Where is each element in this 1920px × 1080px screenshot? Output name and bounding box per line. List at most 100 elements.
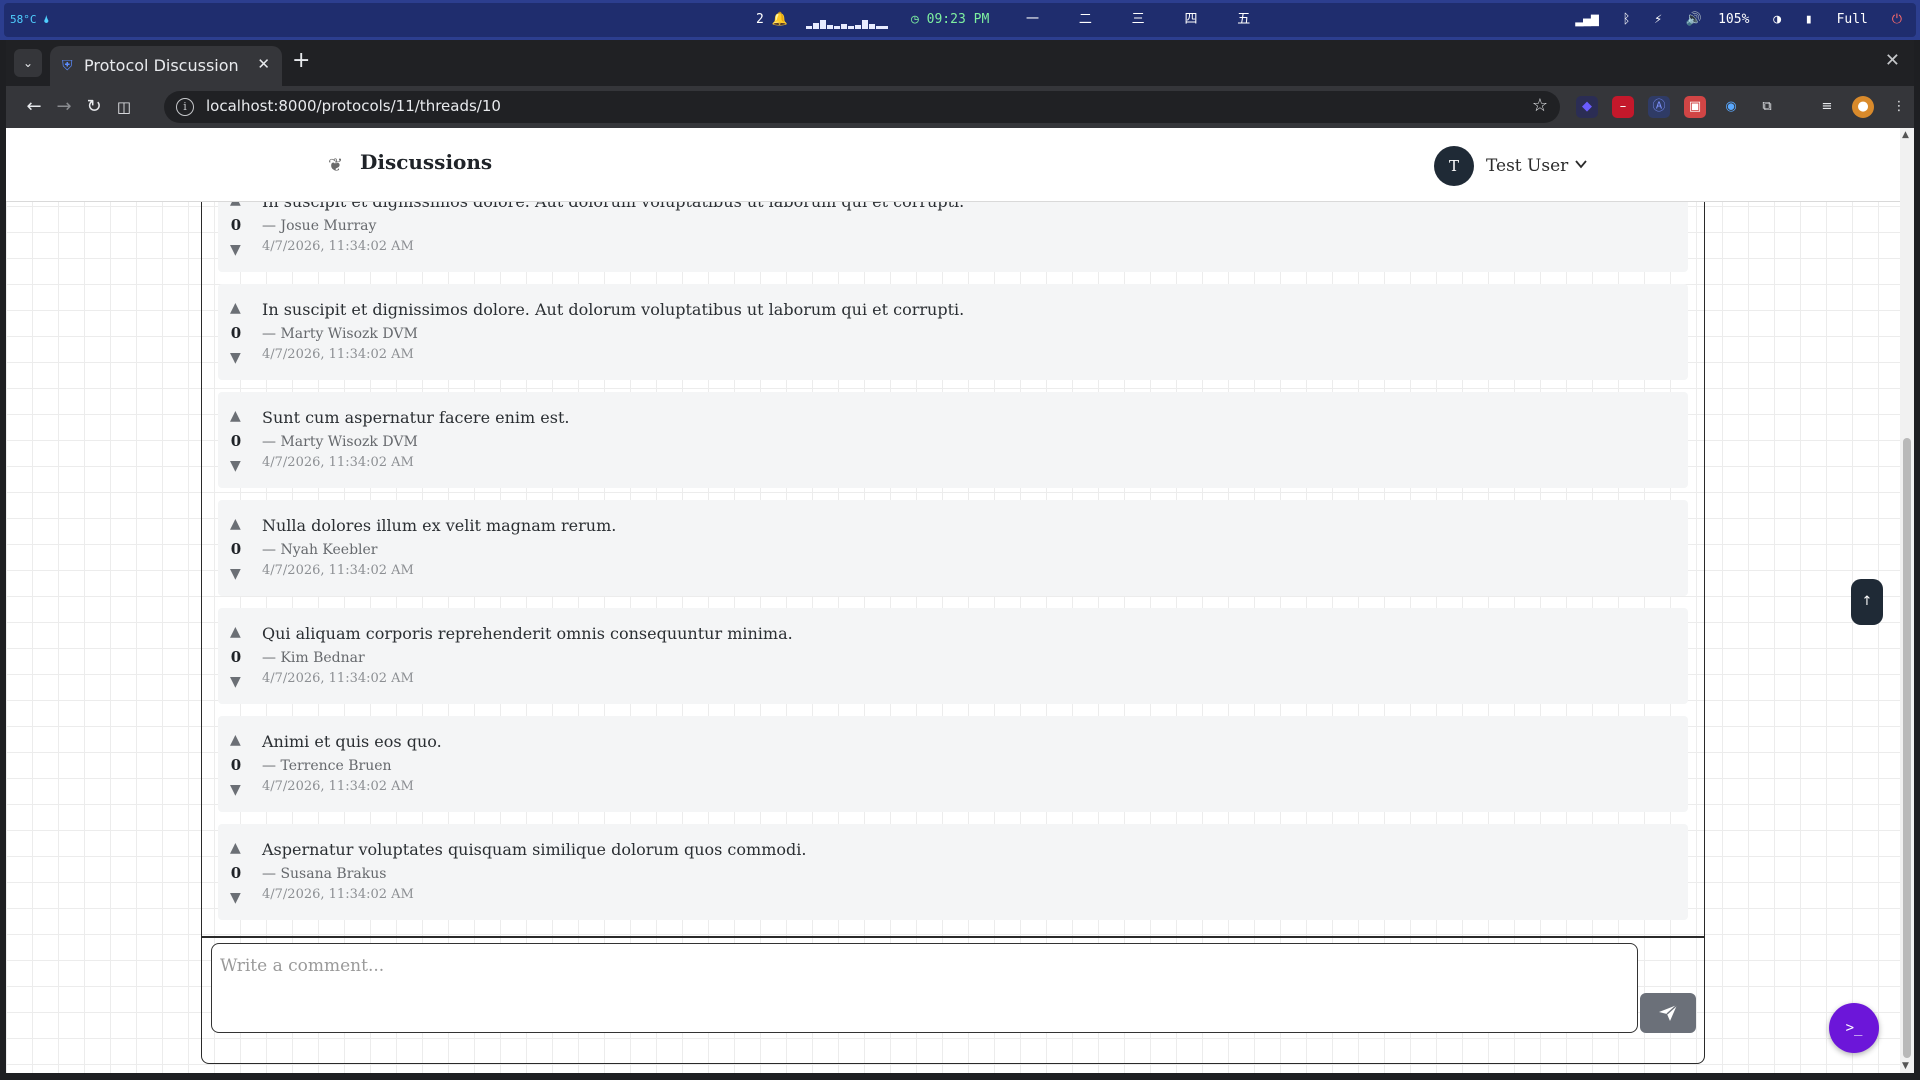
page-scrollbar[interactable]: ▲ ▼ <box>1900 128 1914 1073</box>
browser-toolbar: ← → ↻ ◫ i localhost:8000/protocols/11/th… <box>6 86 1914 128</box>
avatar[interactable]: T <box>1434 146 1474 186</box>
comment-timestamp: 4/7/2026, 11:34:02 AM <box>262 455 414 470</box>
forward-button[interactable]: → <box>52 95 76 119</box>
audio-extension-icon[interactable]: ◉ <box>1720 96 1742 118</box>
media-controls-icon[interactable]: ≡ <box>1816 96 1838 118</box>
page-title[interactable]: Discussions <box>360 150 492 174</box>
favicon-icon: ⛨ <box>62 58 73 74</box>
clock-time: 09:23 PM <box>926 12 990 27</box>
workspace-switcher[interactable]: 一 二 三 四 五 <box>1026 3 1266 37</box>
battery-status: Full <box>1836 12 1868 27</box>
comment-timestamp: 4/7/2026, 11:34:02 AM <box>262 887 414 902</box>
comment-item: ▲ 0 ▼ Sunt cum aspernatur facere enim es… <box>218 392 1688 488</box>
scroll-up-icon[interactable]: ▲ <box>1902 130 1909 140</box>
bluetooth-icon[interactable]: ᛒ <box>1623 12 1631 27</box>
comment-item: ▲ 0 ▼ Aspernatur voluptates quisquam sim… <box>218 824 1688 920</box>
comment-text: Sunt cum aspernatur facere enim est. <box>262 408 570 427</box>
vote-count: 0 <box>230 216 242 234</box>
comment-item: ▲ 0 ▼ Nulla dolores illum ex velit magna… <box>218 500 1688 596</box>
vote-count: 0 <box>230 756 242 774</box>
new-tab-button[interactable]: + <box>292 50 310 72</box>
vote-count: 0 <box>230 324 242 342</box>
comment-text: In suscipit et dignissimos dolore. Aut d… <box>262 202 964 211</box>
site-info-icon[interactable]: i <box>176 98 194 116</box>
vote-count: 0 <box>230 540 242 558</box>
comment-text: Animi et quis eos quo. <box>262 732 442 751</box>
profile-avatar[interactable]: ● <box>1852 96 1874 118</box>
power-icon: ⚡ <box>1654 12 1663 27</box>
comment-author: — Terrence Bruen <box>262 758 392 774</box>
vote-count: 0 <box>230 864 242 882</box>
chevron-down-icon[interactable] <box>1574 157 1588 171</box>
active-tab[interactable]: ⛨ Protocol Discussion Platform ✕ <box>50 46 282 86</box>
battery-indicator: ▮ Full <box>1804 12 1868 27</box>
vote-count: 0 <box>230 432 242 450</box>
page-viewport: ❦ Discussions T Test User ▲ 0 ▼ In susci… <box>6 128 1900 1073</box>
cpu-graph <box>806 13 888 29</box>
comment-timestamp: 4/7/2026, 11:34:02 AM <box>262 239 414 254</box>
comment-timestamp: 4/7/2026, 11:34:02 AM <box>262 779 414 794</box>
comment-author: — Nyah Keebler <box>262 542 378 558</box>
system-tray: ▂▄▆ ᛒ ⚡ 🔊 105% ◑ ▮ Full ⏻ <box>1559 3 1902 37</box>
comment-timestamp: 4/7/2026, 11:34:02 AM <box>262 563 414 578</box>
downvote-icon[interactable]: ▼ <box>230 890 241 906</box>
comment-list: ▲ 0 ▼ In suscipit et dignissimos dolore.… <box>208 202 1696 1052</box>
user-name[interactable]: Test User <box>1486 156 1568 176</box>
comment-input[interactable] <box>211 943 1638 1033</box>
upvote-icon[interactable]: ▲ <box>230 202 241 208</box>
notification-counter[interactable]: 2 🔔 <box>756 3 788 37</box>
side-panel-button[interactable]: ◫ <box>112 95 136 119</box>
comment-item: ▲ 0 ▼ In suscipit et dignissimos dolore.… <box>218 284 1688 380</box>
scroll-down-icon[interactable]: ▼ <box>1902 1061 1909 1071</box>
gift-extension-icon[interactable]: ▣ <box>1684 96 1706 118</box>
send-comment-button[interactable] <box>1640 993 1696 1033</box>
discussion-logo-icon[interactable]: ❦ <box>328 155 343 176</box>
terminal-fab-button[interactable]: >_ <box>1829 1003 1879 1053</box>
back-button[interactable]: ← <box>22 95 46 119</box>
browser-menu-icon[interactable]: ⋮ <box>1888 96 1910 118</box>
adblock-extension-icon[interactable]: – <box>1612 96 1634 118</box>
upvote-icon[interactable]: ▲ <box>230 300 241 316</box>
tab-close-icon[interactable]: ✕ <box>257 55 270 73</box>
extension-icon[interactable]: ◆ <box>1576 96 1598 118</box>
reload-button[interactable]: ↻ <box>82 95 106 119</box>
downvote-icon[interactable]: ▼ <box>230 782 241 798</box>
shutdown-icon[interactable]: ⏻ <box>1892 12 1902 27</box>
brightness-icon: ◑ <box>1773 12 1782 27</box>
upvote-icon[interactable]: ▲ <box>230 840 241 856</box>
downvote-icon[interactable]: ▼ <box>230 458 241 474</box>
url-text[interactable]: localhost:8000/protocols/11/threads/10 <box>206 97 501 115</box>
extensions-puzzle-icon[interactable]: ⧉ <box>1756 96 1778 118</box>
app-header: ❦ Discussions T Test User <box>6 128 1900 202</box>
comment-item: ▲ 0 ▼ Animi et quis eos quo. — Terrence … <box>218 716 1688 812</box>
downvote-icon[interactable]: ▼ <box>230 674 241 690</box>
downvote-icon[interactable]: ▼ <box>230 242 241 258</box>
tab-search-button[interactable]: ⌄ <box>14 49 42 77</box>
window-close-button[interactable]: ✕ <box>1885 50 1900 71</box>
volume-indicator[interactable]: 🔊 105% <box>1686 12 1750 27</box>
comment-author: — Susana Brakus <box>262 866 387 882</box>
scrollbar-thumb[interactable] <box>1903 438 1911 1058</box>
send-icon <box>1659 1004 1678 1021</box>
translate-extension-icon[interactable]: Ⓐ <box>1648 96 1670 118</box>
comment-item: ▲ 0 ▼ Qui aliquam corporis reprehenderit… <box>218 608 1688 704</box>
comment-author: — Kim Bednar <box>262 650 365 666</box>
tab-title: Protocol Discussion Platform <box>84 56 244 75</box>
upvote-icon[interactable]: ▲ <box>230 408 241 424</box>
os-status-bar: 58°C 🌢 2 🔔 ◷ 09:23 PM 一 二 三 四 五 ▂▄▆ ᛒ ⚡ … <box>0 0 1920 40</box>
upvote-icon[interactable]: ▲ <box>230 624 241 640</box>
bookmark-star-icon[interactable]: ☆ <box>1532 95 1548 116</box>
comment-author: — Marty Wisozk DVM <box>262 326 418 342</box>
upvote-icon[interactable]: ▲ <box>230 732 241 748</box>
cpu-temperature: 58°C 🌢 <box>10 13 50 26</box>
upvote-icon[interactable]: ▲ <box>230 516 241 532</box>
comment-text: In suscipit et dignissimos dolore. Aut d… <box>262 300 965 319</box>
back-to-top-button[interactable]: ↑ <box>1851 579 1883 625</box>
downvote-icon[interactable]: ▼ <box>230 566 241 582</box>
comment-text: Qui aliquam corporis reprehenderit omnis… <box>262 624 793 643</box>
signal-icon: ▂▄▆ <box>1575 12 1599 27</box>
address-bar[interactable]: i localhost:8000/protocols/11/threads/10… <box>164 91 1560 123</box>
comment-author: — Marty Wisozk DVM <box>262 434 418 450</box>
comment-author: — Josue Murray <box>262 218 377 234</box>
downvote-icon[interactable]: ▼ <box>230 350 241 366</box>
